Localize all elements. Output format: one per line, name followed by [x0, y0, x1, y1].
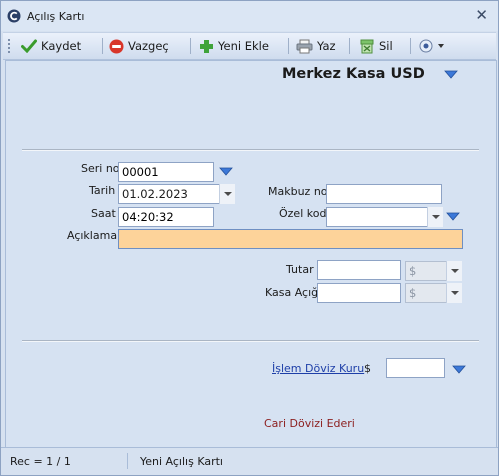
- title-bar: Açılış Kartı ✕: [1, 1, 498, 31]
- cancel-button[interactable]: Vazgeç: [109, 37, 169, 55]
- tutar-currency-select[interactable]: $: [405, 261, 462, 281]
- save-button[interactable]: Kaydet: [21, 37, 81, 55]
- status-mode: Yeni Açılış Kartı: [140, 455, 223, 468]
- toolbar-separator: [288, 38, 289, 54]
- print-label: Yaz: [317, 39, 336, 53]
- makbuz-no-label: Makbuz no: [268, 185, 328, 198]
- delete-label: Sil: [379, 39, 393, 53]
- kasa-acigi-label: Kasa Açığı: [265, 286, 322, 299]
- kasa-acigi-currency-select[interactable]: $: [405, 283, 462, 303]
- islem-doviz-currency: $: [364, 362, 371, 375]
- divider-bottom: [22, 340, 479, 342]
- toolbar-separator: [102, 38, 103, 54]
- tutar-label: Tutar: [286, 263, 314, 276]
- delete-record-icon: [360, 39, 374, 53]
- page-title: Merkez Kasa USD: [282, 66, 425, 82]
- seri-no-menu-arrow-icon[interactable]: [219, 167, 233, 177]
- close-icon[interactable]: ✕: [475, 7, 488, 23]
- check-icon: [21, 39, 37, 53]
- aciklama-label: Açıklama: [67, 229, 118, 242]
- new-record-label: Yeni Ekle: [218, 39, 269, 53]
- toolbar-grip[interactable]: [8, 39, 12, 53]
- toolbar: Kaydet Vazgeç Yeni Ekle Yaz Sil: [3, 32, 496, 60]
- tutar-input[interactable]: [317, 260, 401, 280]
- printer-icon: [296, 39, 313, 53]
- seri-no-label: Seri no: [81, 162, 120, 175]
- tarih-label: Tarih: [89, 184, 116, 197]
- status-bar: Rec = 1 / 1 Yeni Açılış Kartı: [1, 447, 498, 475]
- ozel-kod-dropdown-icon[interactable]: [427, 207, 443, 227]
- form-panel: Merkez Kasa USD Seri no Tarih 01.02.2023…: [5, 60, 497, 448]
- ozel-kod-label: Özel kod: [279, 207, 327, 220]
- window-title: Açılış Kartı: [27, 10, 85, 23]
- delete-button[interactable]: Sil: [359, 37, 393, 55]
- kasa-acigi-currency-value: $: [409, 286, 417, 300]
- tutar-currency-value: $: [409, 264, 417, 278]
- new-record-button[interactable]: Yeni Ekle: [199, 37, 269, 55]
- kasa-acigi-input[interactable]: [317, 283, 401, 303]
- ozel-kod-select[interactable]: [326, 207, 443, 227]
- aciklama-input[interactable]: [118, 229, 463, 249]
- toolbar-separator: [349, 38, 350, 54]
- saat-label: Saat: [91, 207, 116, 220]
- makbuz-no-input[interactable]: [326, 184, 442, 204]
- doviz-menu-arrow-icon[interactable]: [452, 365, 466, 375]
- ozel-kod-menu-arrow-icon[interactable]: [446, 212, 460, 222]
- stop-icon: [109, 39, 124, 53]
- islem-doviz-kuru-link[interactable]: İşlem Döviz Kuru: [272, 362, 364, 375]
- cari-doviz-ederi-text: Cari Dövizi Ederi: [264, 417, 355, 430]
- chevron-down-icon: [438, 44, 444, 48]
- title-menu-arrow-icon[interactable]: [444, 70, 458, 80]
- kasa-acigi-currency-dropdown-icon[interactable]: [446, 283, 462, 303]
- islem-doviz-kuru-input[interactable]: [386, 358, 445, 378]
- plus-icon: [200, 39, 213, 53]
- acilis-karti-window: Açılış Kartı ✕ Kaydet Vazgeç Yeni Ekle Y…: [0, 0, 499, 476]
- tutar-currency-dropdown-icon[interactable]: [446, 261, 462, 281]
- tarih-value: 01.02.2023: [122, 187, 188, 201]
- print-button[interactable]: Yaz: [296, 37, 336, 55]
- cancel-label: Vazgeç: [128, 39, 169, 53]
- save-label: Kaydet: [41, 39, 82, 53]
- options-icon: [419, 39, 433, 53]
- toolbar-separator: [190, 38, 191, 54]
- tarih-dropdown-icon[interactable]: [219, 184, 235, 204]
- options-dropdown-button[interactable]: [419, 37, 445, 55]
- app-logo-icon: [7, 9, 21, 23]
- saat-input[interactable]: [118, 207, 214, 227]
- tarih-date-field[interactable]: 01.02.2023: [118, 184, 235, 204]
- status-separator: [127, 453, 128, 469]
- record-counter: Rec = 1 / 1: [10, 455, 71, 468]
- divider-top: [22, 149, 479, 151]
- seri-no-input[interactable]: [118, 162, 214, 182]
- toolbar-separator: [410, 38, 411, 54]
